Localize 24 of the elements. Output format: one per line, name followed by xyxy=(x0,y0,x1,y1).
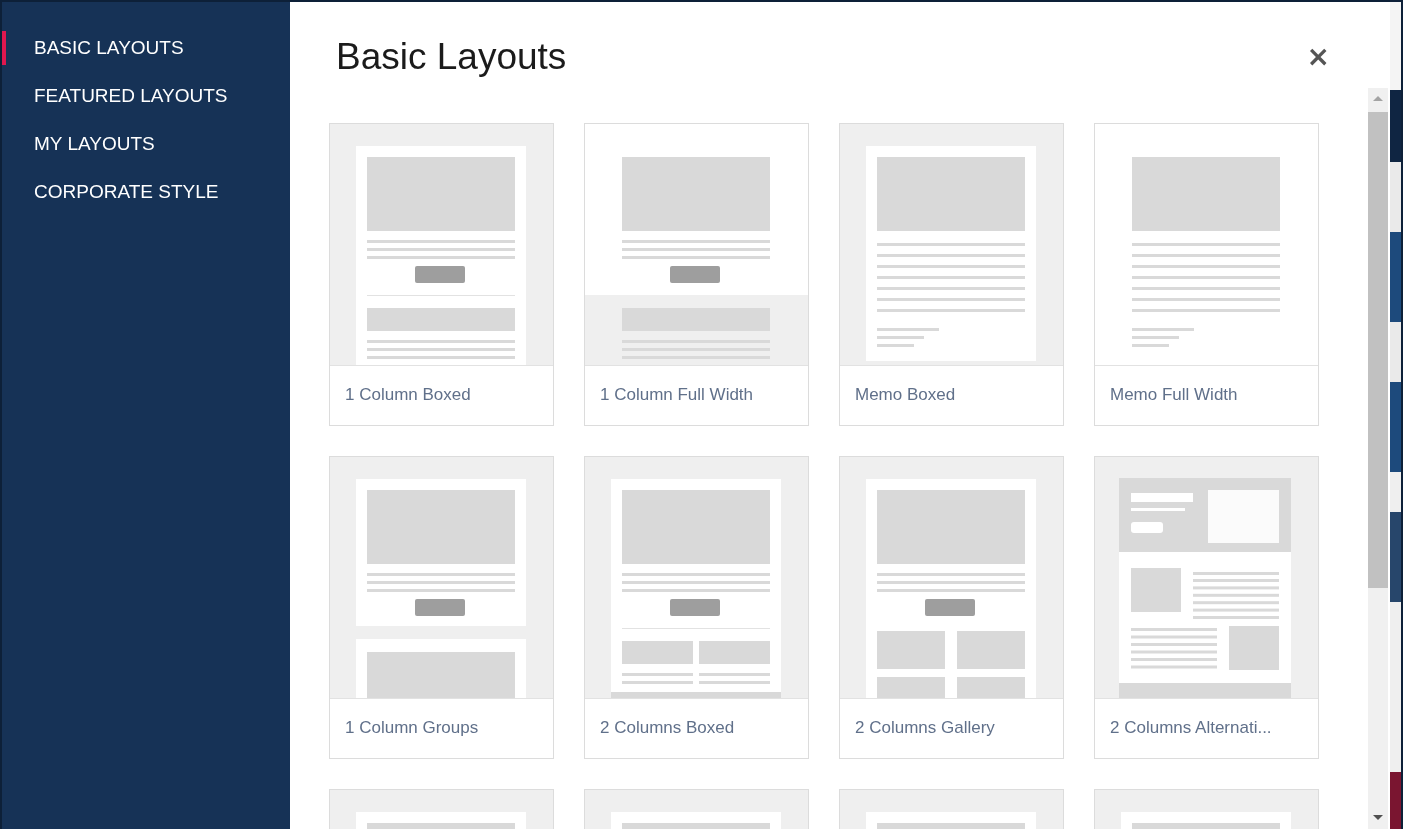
layout-name: Memo Boxed xyxy=(855,384,956,405)
layout-name: Memo Full Width xyxy=(1110,384,1238,405)
layout-name: 1 Column Boxed xyxy=(345,384,471,405)
scrollbar[interactable] xyxy=(1368,88,1388,829)
layout-card[interactable]: 2 Columns Alternati... xyxy=(1094,456,1319,759)
sidebar-item[interactable]: BASIC LAYOUTS xyxy=(2,31,184,65)
layout-name: 1 Column Full Width xyxy=(600,384,754,405)
layout-name: 2 Columns Boxed xyxy=(600,717,735,738)
sidebar-item[interactable]: CORPORATE STYLE xyxy=(2,175,219,209)
layout-name: 2 Columns Alternati... xyxy=(1110,717,1272,738)
dialog-title: Basic Layouts xyxy=(336,36,567,78)
close-button[interactable]: × xyxy=(1302,40,1334,73)
sidebar-item[interactable]: MY LAYOUTS xyxy=(2,127,155,161)
layout-card[interactable]: 2 Columns Gallery xyxy=(839,456,1064,759)
layout-card[interactable]: 1 Column Boxed xyxy=(329,123,554,426)
layout-card[interactable]: Memo Boxed xyxy=(839,123,1064,426)
layout-card[interactable]: Memo Full Width xyxy=(1094,123,1319,426)
layout-card[interactable]: 2 Columns Boxed xyxy=(584,456,809,759)
layout-name: 2 Columns Gallery xyxy=(855,717,995,738)
layout-card[interactable]: 1 Column Groups xyxy=(329,456,554,759)
layout-name: 1 Column Groups xyxy=(345,717,479,738)
layout-card[interactable]: 1 Column Full Width xyxy=(584,123,809,426)
scrollbar-thumb[interactable] xyxy=(1368,112,1388,588)
sidebar-item[interactable]: FEATURED LAYOUTS xyxy=(2,79,228,113)
